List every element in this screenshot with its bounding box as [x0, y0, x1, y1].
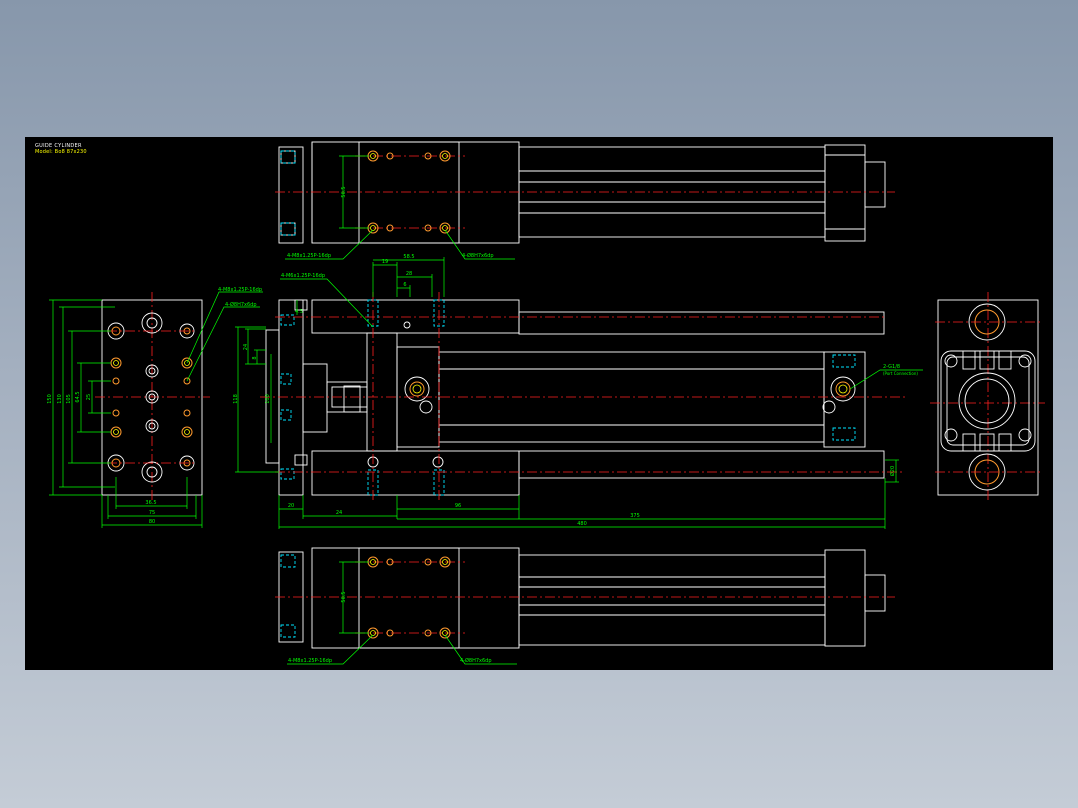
left-tap-label: 4-M8x1.25P-16dp [218, 287, 262, 293]
dim-20: 20 [288, 503, 294, 509]
dim-480: 480 [577, 521, 587, 527]
top-view: 56.5 4-M8x1.25P-16dp 4-Ø8H7x6dp [275, 141, 895, 260]
dim-4-5: 4.5 [295, 309, 303, 315]
bottom-tap-label: 4-M8x1.25P-16dp [288, 658, 332, 664]
front-view: 19 58.5 28 6 4.5 24 8 118 100 20 24 96 3… [233, 254, 923, 529]
port-note: (Port Connection) [883, 371, 918, 376]
top-pin-label: 4-Ø8H7x6dp [462, 252, 494, 259]
dim-8: 8 [252, 356, 258, 359]
cad-viewport[interactable]: GUIDE CYLINDER Model: Bo8 87x230 56.5 4-… [25, 137, 1053, 670]
bottom-view: 56.5 4-M8x1.25P-16dp 4-Ø8H7x6dp [275, 547, 895, 665]
bottom-pin-label: 4-Ø8H7x6dp [460, 657, 492, 664]
left-pin-label: 4-Ø8H7x6dp [225, 301, 257, 308]
dim-75: 75 [149, 510, 155, 516]
dim-58-5: 58.5 [403, 254, 414, 260]
dim-rod-20: Ø20 [889, 466, 896, 476]
dim-118: 118 [233, 394, 239, 404]
dim-80: 80 [149, 519, 155, 525]
port-label: 2-G1/8 [883, 364, 900, 370]
dim-96: 96 [455, 503, 461, 509]
dim-6: 6 [403, 282, 406, 288]
right-end-view [930, 292, 1045, 502]
dim-24a: 24 [243, 344, 249, 350]
front-tap-label: 4-M6x1.25P-16dp [281, 273, 325, 279]
left-end-view: 150 130 105 64.5 25 36.5 75 80 4-M8x1.25… [47, 287, 263, 528]
dim-24b: 24 [336, 510, 342, 516]
top-tap-label: 4-M8x1.25P-16dp [287, 253, 331, 259]
dim-100: 100 [265, 394, 271, 404]
dim-36-5: 36.5 [145, 500, 156, 506]
dim-130: 130 [57, 394, 63, 404]
dim-25: 25 [86, 394, 92, 400]
dim-150: 150 [47, 394, 53, 404]
dim-105: 105 [66, 394, 72, 404]
dim-28: 28 [406, 271, 412, 277]
dim-64-5: 64.5 [75, 391, 81, 402]
dim-375: 375 [630, 513, 640, 519]
cad-drawing: 56.5 4-M8x1.25P-16dp 4-Ø8H7x6dp 150 130 … [47, 141, 1045, 665]
dim-top-56-5: 56.5 [341, 186, 347, 197]
dim-bottom-56-5: 56.5 [341, 591, 347, 602]
